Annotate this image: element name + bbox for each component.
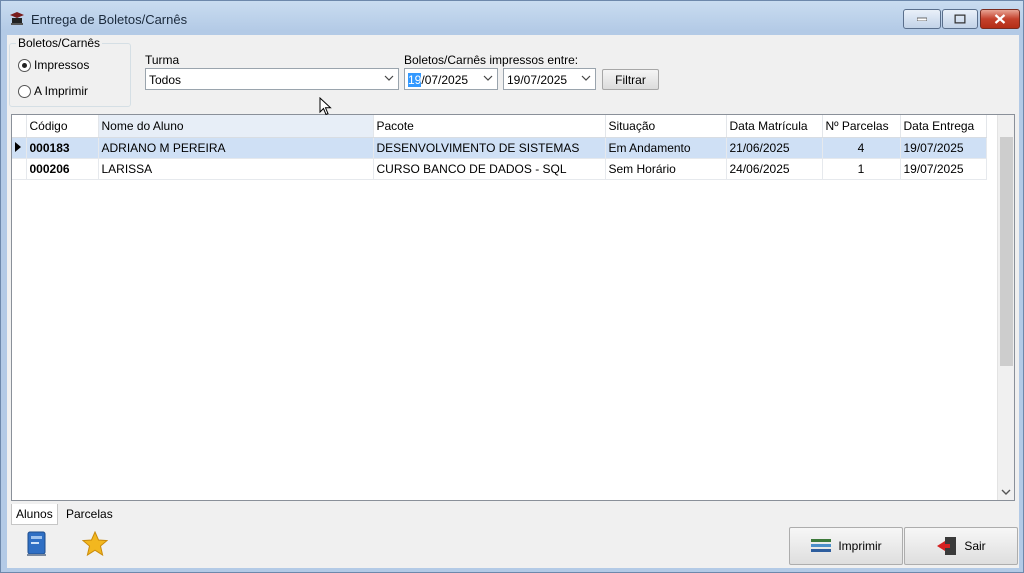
tab-alunos[interactable]: Alunos bbox=[11, 504, 58, 525]
cell-pacote[interactable]: CURSO BANCO DE DADOS - SQL bbox=[373, 158, 606, 180]
cell-codigo[interactable]: 000183 bbox=[26, 137, 99, 159]
radio-dot-selected[interactable] bbox=[18, 58, 31, 72]
radio-impressos[interactable]: Impressos bbox=[18, 58, 89, 72]
cell-data-entrega[interactable]: 19/07/2025 bbox=[900, 158, 987, 180]
chevron-down-icon bbox=[581, 75, 591, 81]
column-header-pacote[interactable]: Pacote bbox=[373, 115, 606, 138]
column-header-data-entrega[interactable]: Data Entrega bbox=[900, 115, 987, 138]
boletos-groupbox: Boletos/Carnês Impressos A Imprimir bbox=[9, 36, 131, 107]
mouse-cursor-icon bbox=[319, 97, 332, 116]
row-indicator bbox=[12, 158, 27, 180]
maximize-icon bbox=[954, 14, 966, 24]
current-row-arrow-icon bbox=[15, 141, 21, 152]
chevron-down-icon bbox=[384, 75, 394, 81]
radio-impressos-label: Impressos bbox=[34, 58, 90, 72]
radio-a-imprimir-label: A Imprimir bbox=[34, 84, 88, 98]
cell-nome[interactable]: ADRIANO M PEREIRA bbox=[98, 137, 374, 159]
boletos-group-label: Boletos/Carnês bbox=[16, 36, 103, 50]
row-indicator-header bbox=[12, 115, 27, 138]
title-bar: Entrega de Boletos/Carnês bbox=[1, 1, 1023, 35]
cell-pacote[interactable]: DESENVOLVIMENTO DE SISTEMAS bbox=[373, 137, 606, 159]
turma-select[interactable]: Todos bbox=[145, 68, 399, 90]
book-icon[interactable] bbox=[25, 530, 49, 558]
close-button[interactable] bbox=[980, 9, 1020, 29]
cell-codigo[interactable]: 000206 bbox=[26, 158, 99, 180]
cell-nome[interactable]: LARISSA bbox=[98, 158, 374, 180]
star-icon[interactable] bbox=[82, 531, 108, 557]
printer-icon bbox=[811, 539, 832, 552]
cell-situacao[interactable]: Em Andamento bbox=[605, 137, 727, 159]
chevron-down-icon bbox=[483, 75, 493, 81]
start-date-rest: /07/2025 bbox=[421, 73, 469, 87]
sair-label: Sair bbox=[964, 539, 986, 553]
minimize-icon bbox=[917, 17, 927, 21]
date-range-label: Boletos/Carnês impressos entre: bbox=[404, 53, 579, 67]
table-header: Código Nome do Aluno Pacote Situação Dat… bbox=[12, 115, 987, 138]
start-date-day-selected: 19 bbox=[408, 73, 422, 87]
sair-button[interactable]: Sair bbox=[904, 527, 1018, 565]
table-row[interactable]: 000206 LARISSA CURSO BANCO DE DADOS - SQ… bbox=[12, 158, 987, 180]
turma-value: Todos bbox=[149, 73, 182, 87]
tab-parcelas[interactable]: Parcelas bbox=[62, 504, 117, 525]
chevron-down-icon[interactable] bbox=[1001, 488, 1011, 496]
column-header-nome[interactable]: Nome do Aluno bbox=[98, 115, 374, 138]
radio-dot[interactable] bbox=[18, 84, 31, 98]
end-date-value: 19/07/2025 bbox=[507, 73, 568, 87]
imprimir-button[interactable]: Imprimir bbox=[789, 527, 903, 565]
window-title: Entrega de Boletos/Carnês bbox=[31, 12, 188, 27]
scrollbar-thumb[interactable] bbox=[1000, 137, 1013, 366]
alunos-grid: Código Nome do Aluno Pacote Situação Dat… bbox=[11, 114, 1015, 501]
close-icon bbox=[994, 14, 1006, 24]
minimize-button[interactable] bbox=[903, 9, 941, 29]
column-header-situacao[interactable]: Situação bbox=[605, 115, 727, 138]
cell-data-entrega[interactable]: 19/07/2025 bbox=[900, 137, 987, 159]
cell-parcelas[interactable]: 1 bbox=[822, 158, 901, 180]
cell-parcelas[interactable]: 4 bbox=[822, 137, 901, 159]
app-icon bbox=[10, 12, 24, 25]
alunos-table: Código Nome do Aluno Pacote Situação Dat… bbox=[12, 115, 987, 180]
cell-data-matricula[interactable]: 21/06/2025 bbox=[726, 137, 823, 159]
radio-a-imprimir[interactable]: A Imprimir bbox=[18, 84, 88, 98]
filtrar-button[interactable]: Filtrar bbox=[602, 69, 659, 90]
maximize-button[interactable] bbox=[942, 9, 978, 29]
column-header-parcelas[interactable]: Nº Parcelas bbox=[822, 115, 901, 138]
exit-door-icon bbox=[937, 537, 957, 555]
vertical-scrollbar[interactable] bbox=[997, 115, 1014, 500]
end-date-picker[interactable]: 19/07/2025 bbox=[503, 68, 596, 90]
column-header-codigo[interactable]: Código bbox=[26, 115, 99, 138]
row-indicator bbox=[12, 137, 27, 159]
turma-label: Turma bbox=[145, 53, 180, 67]
app-window: Entrega de Boletos/Carnês Boletos/Carnês… bbox=[0, 0, 1024, 573]
table-row[interactable]: 000183 ADRIANO M PEREIRA DESENVOLVIMENTO… bbox=[12, 137, 987, 159]
start-date-picker[interactable]: 19/07/2025 bbox=[404, 68, 498, 90]
client-area: Boletos/Carnês Impressos A Imprimir Turm… bbox=[7, 35, 1019, 568]
column-header-data-matricula[interactable]: Data Matrícula bbox=[726, 115, 823, 138]
cell-data-matricula[interactable]: 24/06/2025 bbox=[726, 158, 823, 180]
cell-situacao[interactable]: Sem Horário bbox=[605, 158, 727, 180]
imprimir-label: Imprimir bbox=[838, 539, 882, 553]
